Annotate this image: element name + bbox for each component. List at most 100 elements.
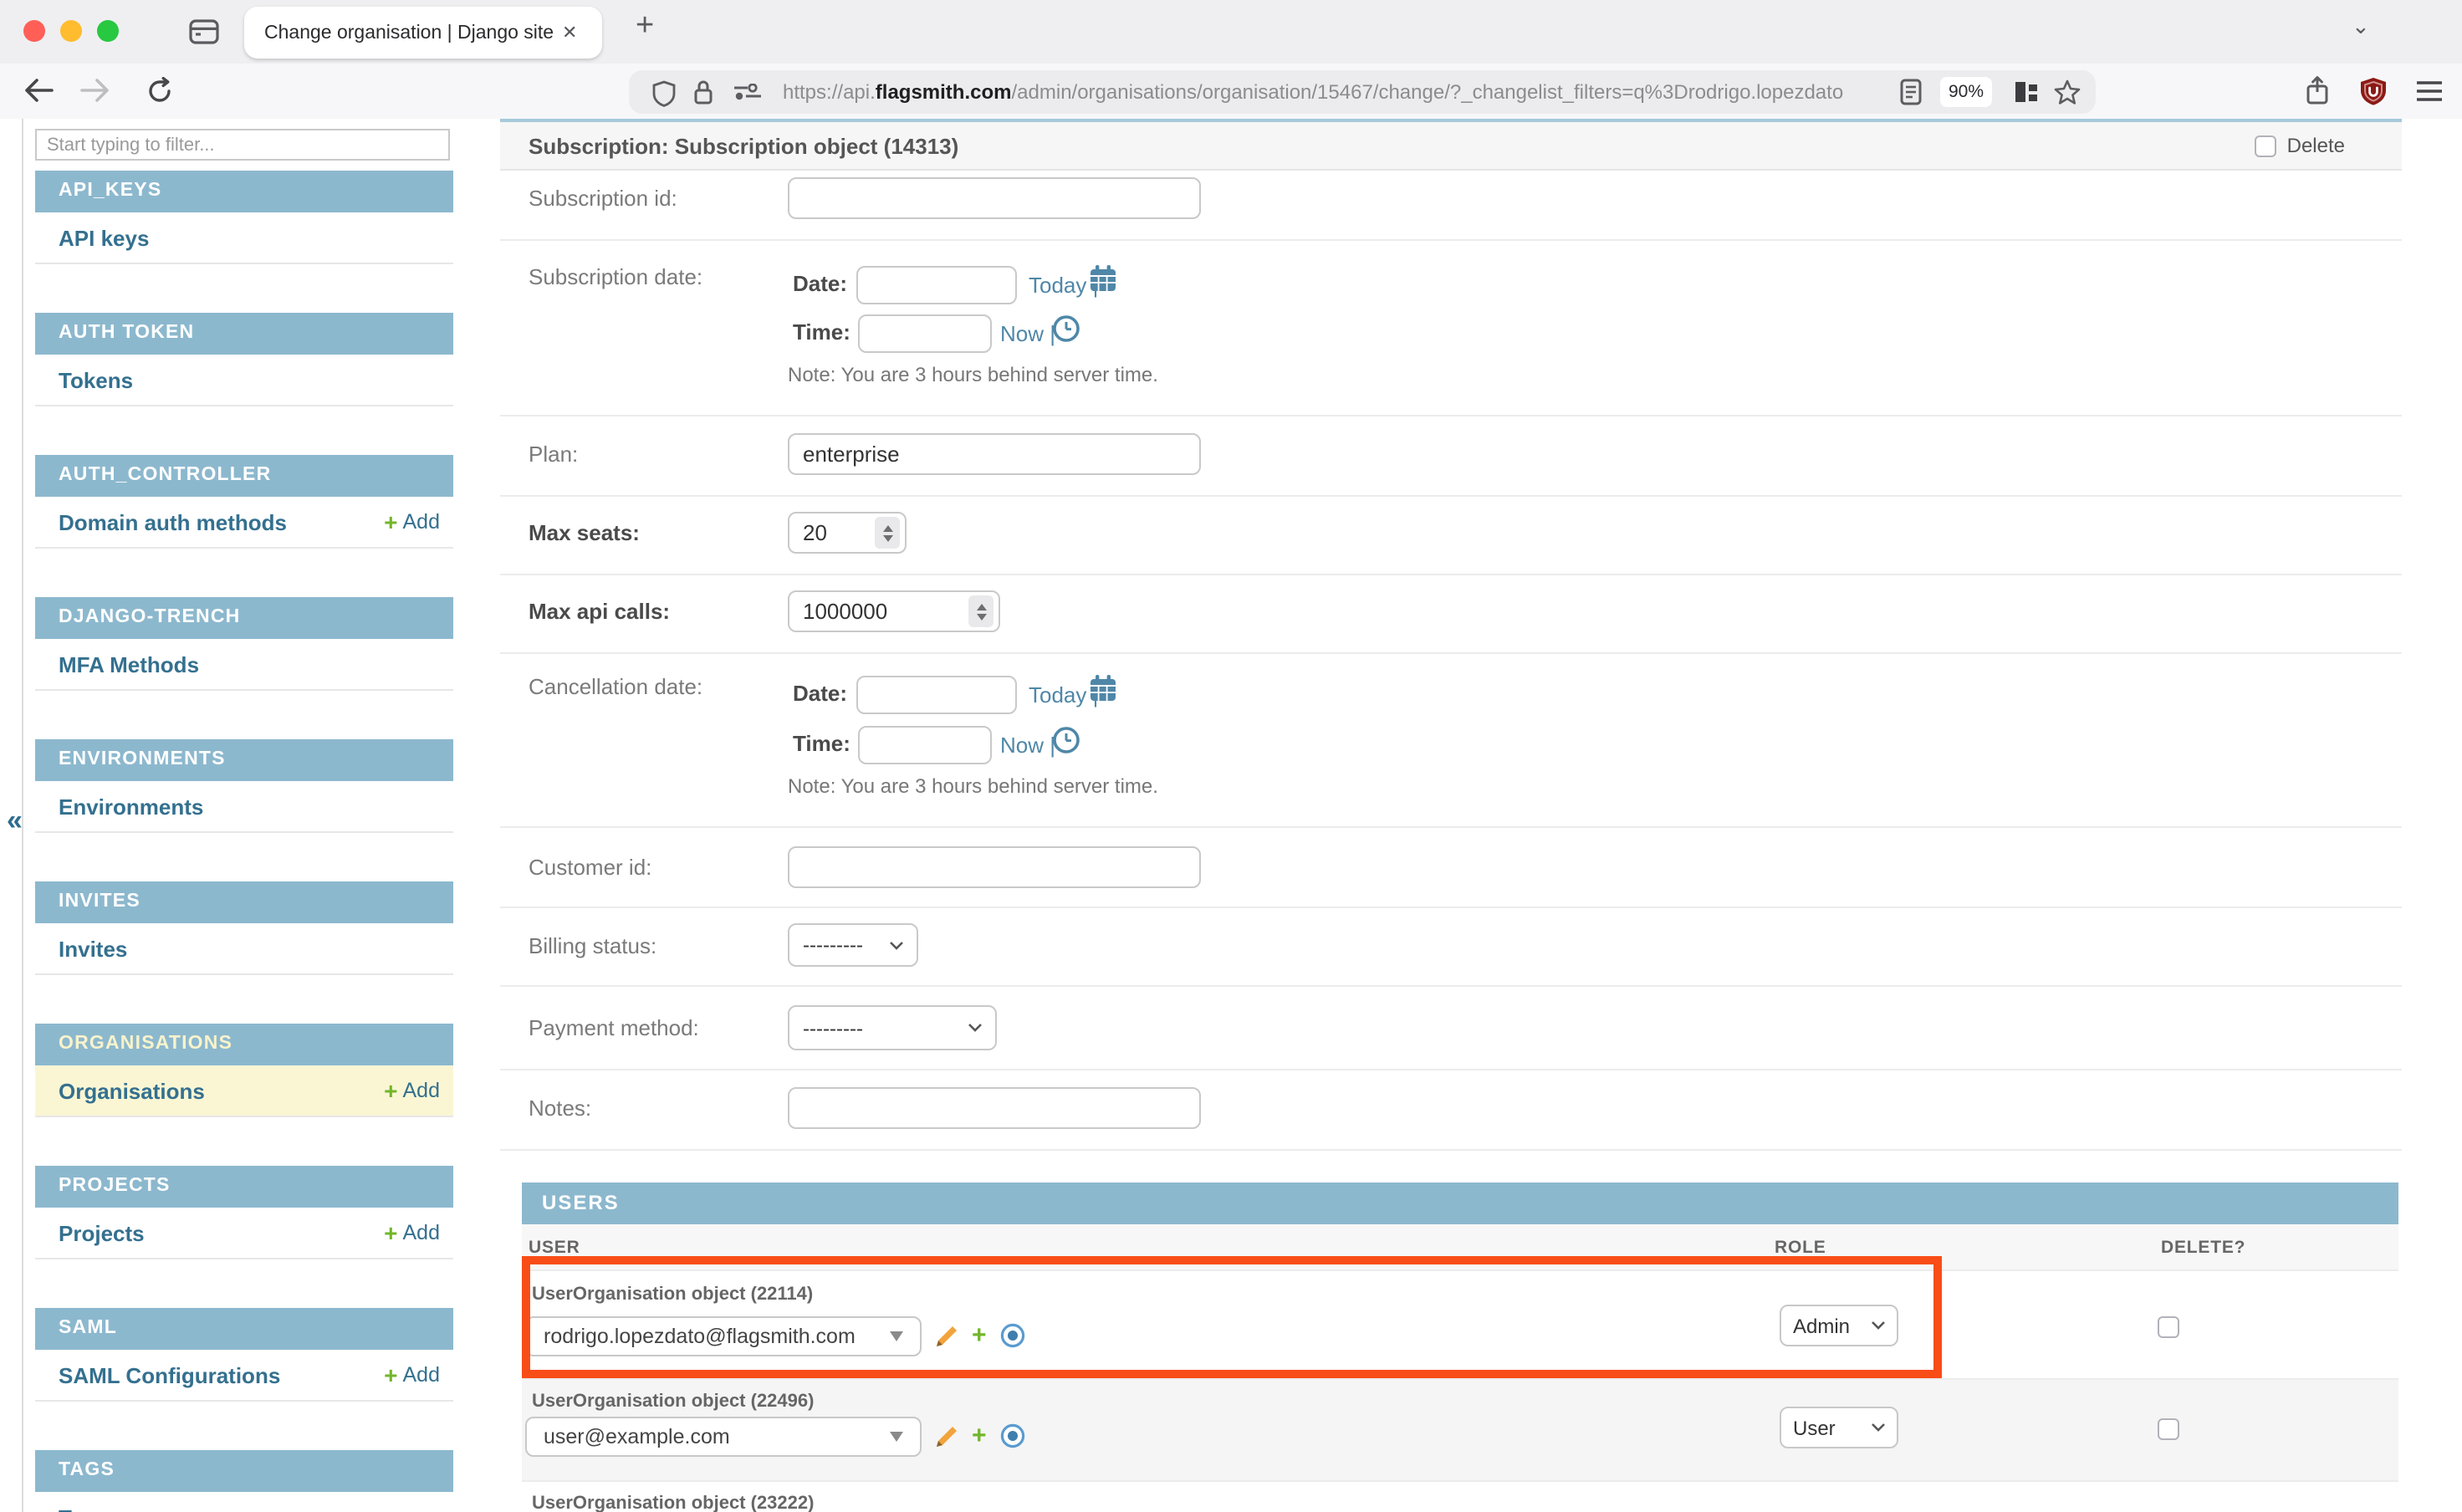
sidebar-item-api-keys[interactable]: API keys xyxy=(35,212,453,264)
plan-input[interactable] xyxy=(788,433,1201,475)
sidebar-item-projects[interactable]: Projects +Add xyxy=(35,1208,453,1259)
reload-button[interactable] xyxy=(140,72,177,109)
bookmark-star-icon[interactable] xyxy=(2054,79,2081,105)
add-link[interactable]: +Add xyxy=(384,1361,440,1388)
add-plus-icon[interactable]: + xyxy=(972,1321,987,1350)
column-header-user: USER xyxy=(529,1238,580,1258)
field-label: Subscription date: xyxy=(529,264,702,289)
notes-input[interactable] xyxy=(788,1087,1201,1129)
address-bar[interactable]: https://api.flagsmith.com/admin/organisa… xyxy=(629,70,2096,114)
user-email-select[interactable]: rodrigo.lopezdato@flagsmith.com xyxy=(525,1316,922,1356)
now-link[interactable]: Now | xyxy=(1000,733,1055,758)
new-tab-button[interactable]: + xyxy=(636,8,654,45)
add-link[interactable]: +Add xyxy=(384,1219,440,1246)
sidebar-section-environments: ENVIRONMENTS Environments xyxy=(35,739,453,833)
picture-in-picture-icon[interactable] xyxy=(2014,80,2039,104)
view-eye-icon[interactable] xyxy=(1000,1323,1025,1348)
page-content: « API_KEYS API keys AUTH TOKEN Tokens AU… xyxy=(0,119,2462,1512)
time-sublabel: Time: xyxy=(793,731,850,756)
sidebar-section-organisations: ORGANISATIONS Organisations +Add xyxy=(35,1024,453,1117)
url-domain: flagsmith.com xyxy=(876,80,1012,104)
section-title: DJANGO-TRENCH xyxy=(35,597,453,639)
add-link[interactable]: +Add xyxy=(384,508,440,535)
payment-method-select[interactable]: --------- xyxy=(788,1005,997,1050)
max-api-calls-stepper[interactable] xyxy=(788,590,1000,632)
back-button[interactable] xyxy=(20,72,57,109)
today-link[interactable]: Today | xyxy=(1029,273,1098,298)
column-header-delete: DELETE? xyxy=(2161,1238,2245,1258)
delete-subscription-checkbox[interactable] xyxy=(2255,135,2277,156)
url-path: /admin/organisations/organisation/15467/… xyxy=(1012,80,1844,104)
add-plus-icon[interactable]: + xyxy=(972,1422,987,1450)
server-time-note: Note: You are 3 hours behind server time… xyxy=(788,774,1158,798)
window-close-button[interactable] xyxy=(23,20,45,42)
ublock-origin-icon[interactable] xyxy=(2355,72,2392,109)
window-zoom-button[interactable] xyxy=(97,20,119,42)
field-label: Max api calls: xyxy=(529,599,670,624)
field-label: Billing status: xyxy=(529,933,656,958)
select-caret-icon xyxy=(890,1331,903,1341)
field-label: Customer id: xyxy=(529,855,651,880)
clock-icon[interactable] xyxy=(1052,726,1080,754)
field-label: Notes: xyxy=(529,1096,591,1121)
tab-close-icon[interactable]: ✕ xyxy=(562,22,577,43)
sidebar-filter-input[interactable] xyxy=(35,129,450,161)
delete-user-checkbox[interactable] xyxy=(2158,1316,2179,1337)
sidebar-collapse-toggle[interactable]: « xyxy=(7,805,23,838)
view-eye-icon[interactable] xyxy=(1000,1423,1025,1448)
menu-hamburger-icon[interactable] xyxy=(2410,72,2447,109)
form-row-cancellation-date: Cancellation date: Date: Today | Time: N… xyxy=(500,654,2402,828)
users-section-header: USERS xyxy=(522,1183,2398,1224)
sidebar-item-tokens[interactable]: Tokens xyxy=(35,355,453,406)
navigation-toolbar: https://api.flagsmith.com/admin/organisa… xyxy=(0,64,2462,120)
subscription-time-input[interactable] xyxy=(858,314,992,353)
cancellation-date-input[interactable] xyxy=(856,676,1017,714)
customer-id-input[interactable] xyxy=(788,846,1201,888)
add-link[interactable]: +Add xyxy=(384,1077,440,1104)
reader-view-icon[interactable] xyxy=(1900,79,1922,105)
user-email-select[interactable]: user@example.com xyxy=(525,1417,922,1457)
permissions-icon[interactable] xyxy=(733,84,763,100)
plus-icon: + xyxy=(384,508,397,535)
today-link[interactable]: Today | xyxy=(1029,682,1098,707)
max-seats-stepper[interactable] xyxy=(788,512,907,554)
sidebar-item-environments[interactable]: Environments xyxy=(35,781,453,833)
zoom-level-indicator[interactable]: 90% xyxy=(1940,77,1992,107)
now-link[interactable]: Now | xyxy=(1000,321,1055,346)
subscription-id-input[interactable] xyxy=(788,177,1201,219)
form-row-max-seats: Max seats: xyxy=(500,497,2402,575)
cancellation-time-input[interactable] xyxy=(858,726,992,764)
tracking-protection-shield-icon[interactable] xyxy=(652,79,676,106)
subscription-date-input[interactable] xyxy=(856,266,1017,304)
time-sublabel: Time: xyxy=(793,319,850,345)
browser-window: Change organisation | Django site admin … xyxy=(0,0,2462,1512)
browser-tab[interactable]: Change organisation | Django site admin … xyxy=(244,7,602,59)
firefox-view-icon[interactable] xyxy=(187,15,221,49)
role-select[interactable]: User xyxy=(1780,1407,1898,1448)
user-object-label: UserOrganisation object (23222) xyxy=(532,1494,814,1512)
sidebar-item-tags[interactable]: Tags xyxy=(35,1492,453,1512)
form-row-max-api-calls: Max api calls: xyxy=(500,575,2402,654)
lock-icon[interactable] xyxy=(692,78,714,106)
sidebar-item-saml-configurations[interactable]: SAML Configurations +Add xyxy=(35,1350,453,1402)
calendar-icon[interactable] xyxy=(1089,264,1117,293)
edit-pencil-icon[interactable] xyxy=(935,1324,958,1347)
clock-icon[interactable] xyxy=(1052,314,1080,343)
edit-pencil-icon[interactable] xyxy=(935,1424,958,1448)
forward-button[interactable] xyxy=(77,72,114,109)
share-icon[interactable] xyxy=(2298,72,2335,109)
sidebar-item-organisations[interactable]: Organisations +Add xyxy=(35,1065,453,1117)
sidebar-item-domain-auth-methods[interactable]: Domain auth methods +Add xyxy=(35,497,453,549)
window-minimize-button[interactable] xyxy=(60,20,82,42)
sidebar-item-mfa-methods[interactable]: MFA Methods xyxy=(35,639,453,691)
list-all-tabs-icon[interactable]: ⌄ xyxy=(2352,13,2370,40)
sidebar-item-invites[interactable]: Invites xyxy=(35,923,453,975)
number-stepper-icon[interactable] xyxy=(968,595,993,627)
delete-user-checkbox[interactable] xyxy=(2158,1418,2179,1439)
number-stepper-icon[interactable] xyxy=(875,517,900,549)
calendar-icon[interactable] xyxy=(1089,674,1117,702)
subscription-form: Subscription id: Subscription date: Date… xyxy=(500,171,2402,1151)
users-inline-section: USERS USER ROLE DELETE? UserOrganisation… xyxy=(522,1183,2398,1512)
role-select[interactable]: Admin xyxy=(1780,1305,1898,1346)
billing-status-select[interactable]: --------- xyxy=(788,923,918,967)
